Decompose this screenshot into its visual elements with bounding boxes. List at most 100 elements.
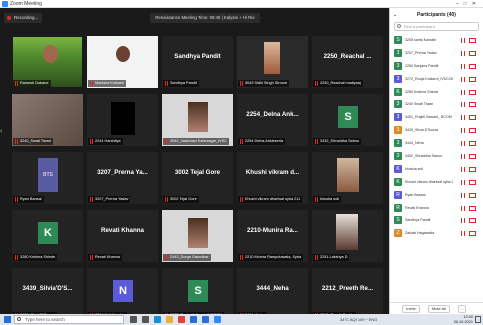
nameplate-label: 2250_Reachal madlyaaj (320, 81, 361, 85)
participant-avatar: 3 (394, 113, 402, 122)
mute-all-button[interactable]: Mute All (428, 305, 450, 313)
video-tile[interactable]: Ramesh Dubane (12, 36, 83, 88)
participant-avatar: 3 (394, 100, 402, 109)
video-off-icon (469, 154, 476, 160)
mail-icon[interactable] (202, 316, 209, 323)
participant-nameplate: 3002 Tejal Gore (163, 196, 199, 203)
participant-row[interactable]: 3 3207_Prerna Yadav (390, 47, 483, 60)
system-tray[interactable]: 34°C AQI 109 ^ ENG (340, 314, 377, 325)
video-tile[interactable]: 3439_Silvia'D'S...3439_Silvia'D'Souza (12, 268, 83, 320)
cortana-icon[interactable] (130, 316, 137, 323)
nameplate-label: 2210 Munira Ramputawala, Syba (245, 255, 302, 259)
participant-name: 2250 Sanjana Pandit (405, 63, 439, 68)
video-tile[interactable]: Revati Khanna Revati Khanna (87, 210, 158, 262)
participant-row[interactable]: 3 3272_Rooja Kulkarni_IVSCOM (390, 73, 483, 86)
clock-date: 26-10-2021 (453, 319, 473, 324)
video-tile[interactable]: Sandhya Pandit Sandhya Pandit (162, 36, 233, 88)
participant-row[interactable]: K Khushi vikram dhariwal syba 21 (390, 176, 483, 189)
edge-icon[interactable] (154, 316, 161, 323)
participant-display-name: 3002 Tejal Gore (174, 169, 221, 176)
collapse-panel-icon[interactable]: ⌄ (393, 8, 397, 22)
video-tile[interactable]: 3043 Sidhi Singh Stroom (237, 36, 308, 88)
muted-mic-icon (240, 255, 243, 260)
participant-avatar: 3 (394, 152, 402, 161)
nameplate-label: Ryan Bansal (20, 197, 42, 201)
participant-row[interactable]: Z Zainab Hagarwala (390, 227, 483, 240)
muted-mic-icon (15, 81, 18, 86)
muted-mic-icon (90, 197, 93, 202)
participant-avatar: 3 (394, 61, 402, 70)
invite-button[interactable]: Invite (402, 305, 420, 313)
participant-row[interactable]: 3 2250 Sanjana Pandit (390, 60, 483, 73)
taskbar-clock[interactable]: 10:00 26-10-2021 (454, 315, 473, 324)
participant-row[interactable]: 3 3451_Prajkti Sawant_ BCOM (390, 111, 483, 124)
video-tile[interactable]: Khushi vikram d... Khushi vikram dhariwal… (237, 152, 308, 204)
video-tile[interactable]: 2254_Delna Ank... 2254 Delna Ankleseria (237, 94, 308, 146)
nameplate-label: 2254 Delna Ankleseria (245, 139, 283, 143)
video-tile[interactable]: S 3432_Shraddha Sahoo (312, 94, 383, 146)
participant-row[interactable]: R Ryan Bansal (390, 189, 483, 202)
video-tile[interactable]: 2244 Harshitya (87, 94, 158, 146)
video-off-icon (469, 38, 476, 43)
participant-name: Sandhya Pandit (405, 218, 431, 223)
video-tile[interactable]: S3272_Rooja Kulkarni_IVSCOM (162, 268, 233, 320)
nameplate-label: 3002 Tejal Gore (170, 197, 197, 201)
participant-row[interactable]: 3 3452_Shraddha Sahoo (390, 150, 483, 163)
video-tile[interactable]: 3444_Neha3444_Neha (237, 268, 308, 320)
windows-start-icon[interactable] (4, 316, 11, 323)
participant-row[interactable]: 3 3444_Neha (390, 137, 483, 150)
participant-row[interactable]: R Revati Khanna (390, 202, 483, 215)
nameplate-label: 3052_Vaishnavi Kshirsagar_IVSC (170, 139, 227, 143)
notification-icon[interactable] (475, 316, 481, 323)
video-tile[interactable]: 3240_Swati Tiwari (12, 94, 83, 146)
participant-search-input[interactable]: Find a participant (394, 22, 479, 31)
participant-avatar: K (394, 177, 402, 186)
participant-avatar: K (394, 164, 402, 173)
participant-list: S 3205 sarita Kamath 3 3207_Prerna Yadav 3 22… (390, 34, 483, 240)
more-options-button[interactable]: … (458, 305, 466, 313)
nameplate-label: 2251 Lakshya D (320, 255, 348, 259)
participant-row[interactable]: S 3205 sarita Kamath (390, 34, 483, 47)
participant-row[interactable]: Kkhusha soli (390, 163, 483, 176)
video-tile[interactable]: khusha soli (312, 152, 383, 204)
recording-badge[interactable]: Recording... (4, 13, 43, 23)
gallery-prev-arrow[interactable]: ‹ (0, 128, 6, 144)
video-tile[interactable]: 2210-Munira Ra... 2210 Munira Ramputawala… (237, 210, 308, 262)
task-view-icon[interactable] (142, 316, 149, 323)
video-tile[interactable]: 2250_Reachal ... 2250_Reachal madlyaaj (312, 36, 383, 88)
participants-title: Participants (40) (417, 12, 456, 18)
windows-taskbar: Type here to search 34°C AQI 109 ^ ENG 1… (0, 314, 483, 325)
chrome-icon[interactable] (178, 316, 185, 323)
video-tile[interactable]: Ryan Bansal (12, 152, 83, 204)
participant-display-name: 3439_Silvia'D'S... (22, 285, 73, 292)
participant-row[interactable]: K 3280 Krishna Shinde (390, 86, 483, 99)
video-tile[interactable]: 3052_Vaishnavi Kshirsagar_IVSC (162, 94, 233, 146)
video-tile[interactable]: 3002 Tejal Gore 3002 Tejal Gore (162, 152, 233, 204)
explorer-icon[interactable] (166, 316, 173, 323)
participant-nameplate: 2210 Munira Ramputawala, Syba (238, 254, 304, 261)
video-tile[interactable]: 2251 Lakshya D (312, 210, 383, 262)
nameplate-label: Revati Khanna (95, 255, 120, 259)
video-off-icon (469, 89, 476, 95)
video-tile[interactable]: 2212_Preeth Re...2212_Preeth Reddy (312, 268, 383, 320)
zoom-icon[interactable] (214, 316, 221, 323)
video-tile[interactable]: 2443_Durga Gaundkar (162, 210, 233, 262)
participant-row[interactable]: S Sandhya Pandit (390, 214, 483, 227)
window-controls[interactable]: –□✕ (456, 0, 481, 8)
video-tile[interactable]: Manisha Kulkarni (87, 36, 158, 88)
participant-name: Revati Khanna (405, 205, 429, 210)
video-off-icon (469, 50, 476, 56)
participant-name: 3451_Prajkti Sawant_ BCOM (405, 115, 452, 120)
participant-row[interactable]: 3 3240 Swati Tiwari (390, 98, 483, 111)
participant-name: Khushi vikram dhariwal syba 21 (405, 179, 453, 184)
record-dot-icon (7, 16, 11, 20)
participant-nameplate: 3240_Swati Tiwari (13, 138, 53, 145)
store-icon[interactable] (190, 316, 197, 323)
video-tile[interactable]: 3207_Prerna Ya... 3207_Prerna Yadav (87, 152, 158, 204)
participant-nameplate: Ryan Bansal (13, 196, 44, 203)
video-tile[interactable]: K 3280 Krishna Shinde (12, 210, 83, 262)
video-tile[interactable]: N3204 Nidi Nagdev (87, 268, 158, 320)
participant-row[interactable]: 3 3439_Silvia D'Souza (390, 124, 483, 137)
search-placeholder: Find a participant (404, 24, 435, 29)
taskbar-search[interactable]: Type here to search (14, 315, 124, 324)
